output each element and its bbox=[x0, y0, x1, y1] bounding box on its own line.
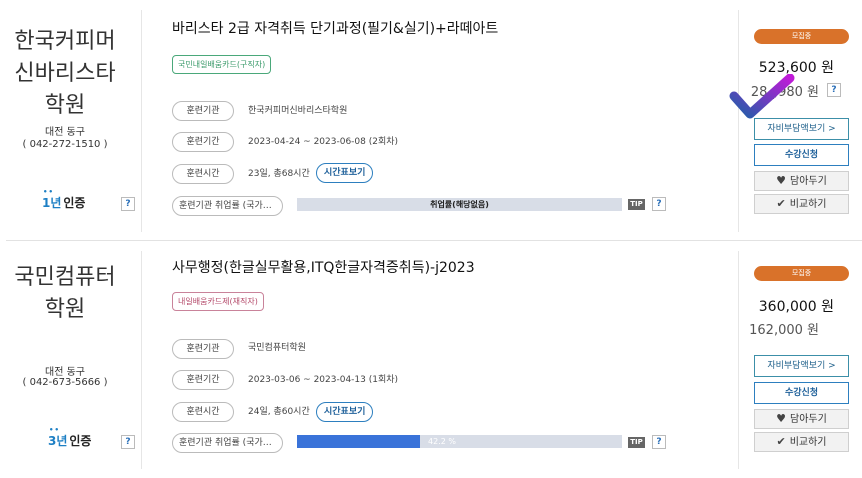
timetable-button[interactable]: 시간표보기 bbox=[316, 163, 374, 183]
certification-badge: •• 1년 인증 bbox=[42, 188, 86, 210]
employment-rate-label[interactable]: 훈련기관 취업률 (국가… bbox=[172, 433, 283, 453]
status-badge: 모집중 bbox=[754, 266, 849, 281]
tip-badge[interactable]: TIP bbox=[628, 199, 645, 210]
row-value-period: 2023-03-06 ~ 2023-04-13 (1회차) bbox=[248, 375, 399, 385]
cert-years: 3년 bbox=[48, 434, 68, 448]
card-type-tag: 내일배움카드제(재직자) bbox=[172, 292, 264, 311]
wishlist-button[interactable]: ♥ 담아두기 bbox=[754, 171, 849, 191]
employment-rate-text: 취업률(해당없음) bbox=[430, 200, 489, 209]
price-help-button[interactable]: ? bbox=[827, 83, 841, 97]
cert-label: 인증 bbox=[69, 434, 92, 448]
course-title[interactable]: 사무행정(한글실무활용,ITQ한글자격증취득)-j2023 bbox=[172, 257, 475, 277]
apply-button[interactable]: 수강신청 bbox=[754, 144, 849, 166]
row-value-hours: 24일, 총60시간 bbox=[248, 407, 310, 417]
timetable-button[interactable]: 시간표보기 bbox=[316, 402, 374, 422]
status-badge: 모집중 bbox=[754, 29, 849, 44]
institute-phone: ( 042-272-1510 ) bbox=[22, 139, 108, 150]
check-icon: ✔ bbox=[776, 197, 786, 210]
heart-icon: ♥ bbox=[776, 412, 787, 425]
row-value-institution: 한국커피머신바리스타학원 bbox=[248, 106, 348, 116]
divider bbox=[141, 10, 142, 232]
divider bbox=[738, 251, 739, 469]
wishlist-button[interactable]: ♥ 담아두기 bbox=[754, 409, 849, 429]
card-type-tag: 국민내일배움카드(구직자) bbox=[172, 55, 272, 74]
tip-badge[interactable]: TIP bbox=[628, 437, 645, 448]
course-price: 360,000 원 bbox=[758, 299, 834, 315]
row-label-period: 훈련기간 bbox=[172, 370, 234, 390]
cursor-check-icon bbox=[729, 74, 795, 119]
cert-help-button[interactable]: ? bbox=[121, 197, 135, 211]
institute-phone: ( 042-673-5666 ) bbox=[22, 377, 108, 388]
cert-help-button[interactable]: ? bbox=[121, 435, 135, 449]
course-title[interactable]: 바리스타 2급 자격취득 단기과정(필기&실기)+라떼아트 bbox=[172, 18, 498, 38]
row-label-institution: 훈련기관 bbox=[172, 101, 234, 121]
institute-name-line[interactable]: 학원 bbox=[0, 291, 130, 329]
self-pay-price: 162,000 원 bbox=[749, 323, 819, 338]
divider bbox=[141, 251, 142, 469]
heart-icon: ♥ bbox=[776, 174, 787, 187]
cert-label: 인증 bbox=[63, 196, 86, 210]
compare-label: 비교하기 bbox=[789, 199, 827, 210]
employment-rate-bar: 42.2 % bbox=[297, 435, 622, 448]
row-label-hours: 훈련시간 bbox=[172, 402, 234, 422]
employment-help-button[interactable]: ? bbox=[652, 197, 666, 211]
employment-rate-label[interactable]: 훈련기관 취업률 (국가… bbox=[172, 196, 283, 216]
apply-button[interactable]: 수강신청 bbox=[754, 382, 849, 404]
course-card: 국민컴퓨터 학원 대전 동구 ( 042-673-5666 ) •• 3년 인증 … bbox=[0, 241, 862, 478]
row-value-hours: 23일, 총68시간 bbox=[248, 169, 310, 179]
compare-button[interactable]: ✔ 비교하기 bbox=[754, 194, 849, 214]
certification-badge: •• 3년 인증 bbox=[48, 426, 92, 448]
wishlist-label: 담아두기 bbox=[790, 176, 827, 187]
row-label-hours: 훈련시간 bbox=[172, 164, 234, 184]
check-icon: ✔ bbox=[776, 435, 786, 448]
row-label-institution: 훈련기관 bbox=[172, 339, 234, 359]
cert-years: 1년 bbox=[42, 196, 62, 210]
self-pay-view-button[interactable]: 자비부담액보기 > bbox=[754, 355, 849, 377]
institute-area: 대전 동구 bbox=[45, 127, 85, 138]
institute-name-line[interactable]: 학원 bbox=[0, 87, 130, 125]
row-value-period: 2023-04-24 ~ 2023-06-08 (2회차) bbox=[248, 137, 399, 147]
compare-button[interactable]: ✔ 비교하기 bbox=[754, 432, 849, 452]
employment-rate-text: 42.2 % bbox=[428, 437, 456, 446]
row-value-institution: 국민컴퓨터학원 bbox=[248, 343, 306, 353]
employment-help-button[interactable]: ? bbox=[652, 435, 666, 449]
employment-rate-bar: 취업률(해당없음) bbox=[297, 198, 622, 211]
wishlist-label: 담아두기 bbox=[790, 414, 827, 425]
row-label-period: 훈련기간 bbox=[172, 132, 234, 152]
compare-label: 비교하기 bbox=[789, 437, 827, 448]
